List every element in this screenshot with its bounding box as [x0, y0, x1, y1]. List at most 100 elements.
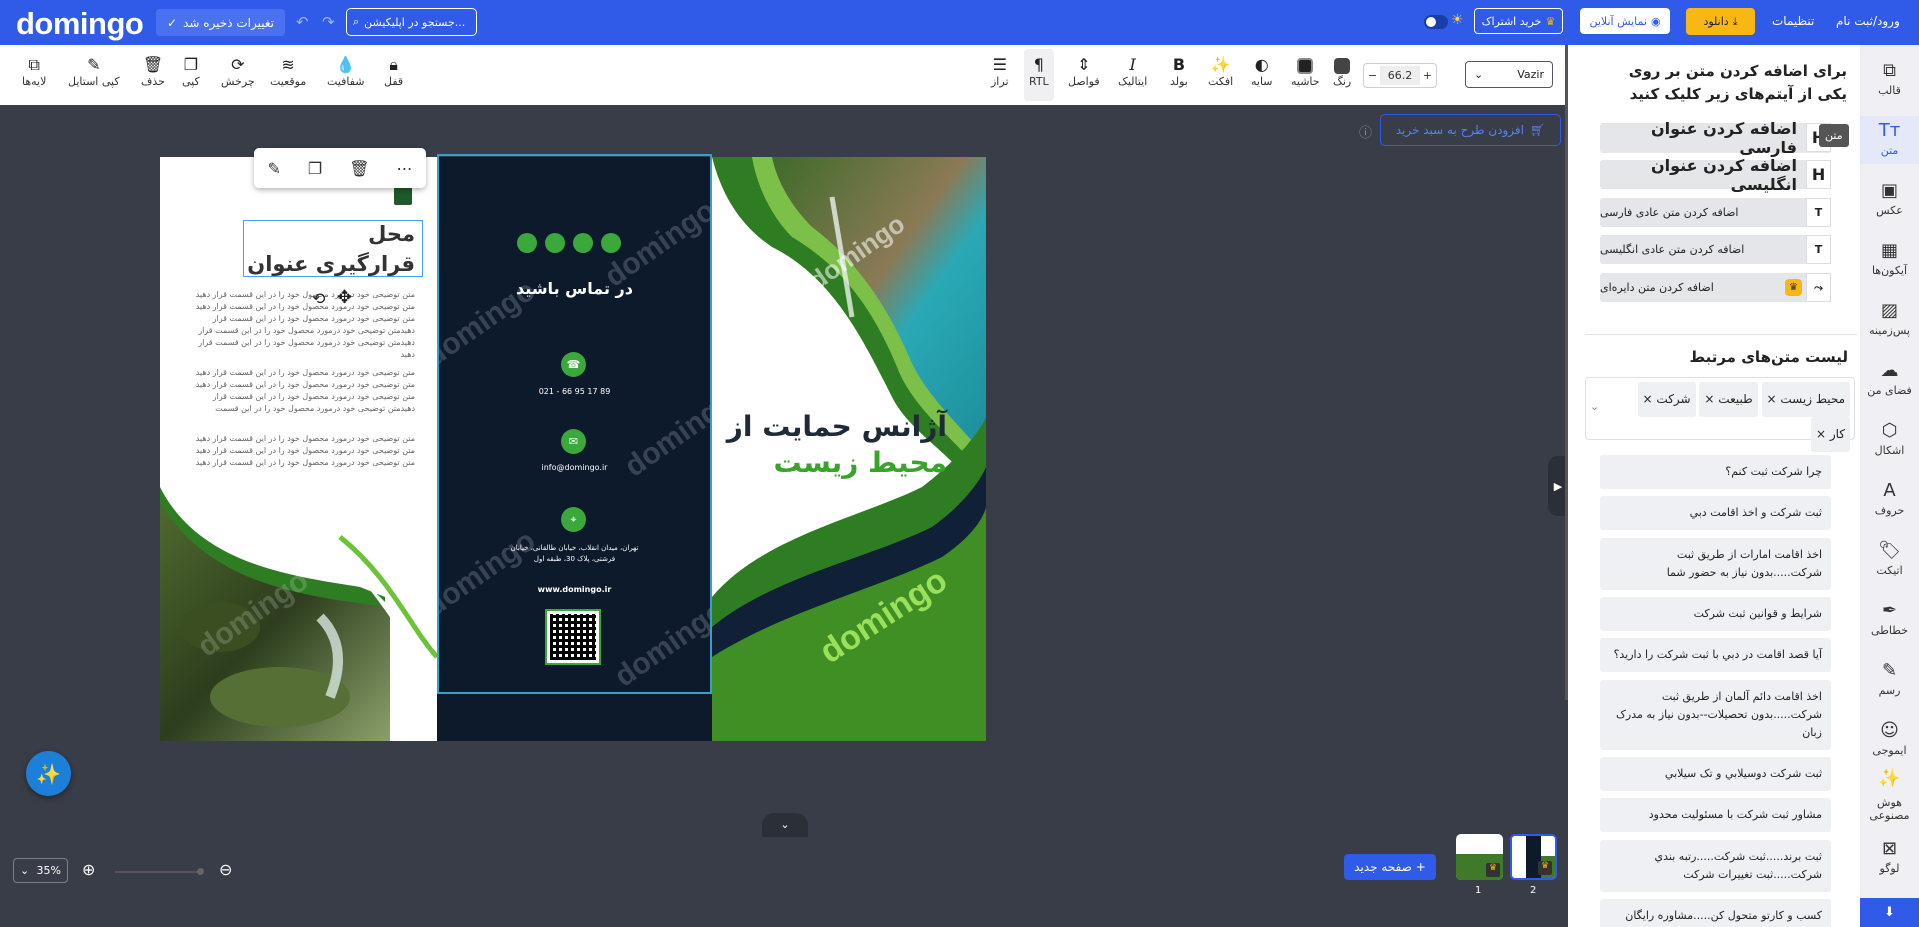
font-size-stepper[interactable]: − 66.2 + — [1363, 63, 1437, 88]
lock-button[interactable]: 🔒︎ قفل — [384, 55, 403, 88]
buy-subscription-button[interactable]: خرید اشتراک ♛ — [1474, 8, 1563, 34]
iconbar-my-space[interactable]: ☁ فضای من — [1860, 360, 1919, 397]
spacing-button[interactable]: ⇕ فواصل — [1068, 55, 1100, 88]
tag-chip[interactable]: محیط زیست × — [1761, 382, 1850, 417]
copy-style-button[interactable]: ✎ کپی استایل — [68, 55, 120, 88]
related-text-item[interactable]: ثبت برند.....ثبت شرکت.....رتبه بندي شرکت… — [1600, 840, 1831, 892]
add-to-cart-button[interactable]: افزودن طرح به سبد خرید 🛒︎ — [1380, 114, 1561, 146]
related-text-item[interactable]: اخذ اقامت دائم آلمان از طریق ثبت شرکت...… — [1600, 680, 1831, 750]
rotate-handle-icon[interactable]: ⟲ — [312, 289, 325, 308]
magic-wand-icon: ✨ — [1210, 55, 1231, 74]
panel1-paragraph-2[interactable]: متن توضیحی خود درمورد محصول خود را در ای… — [190, 367, 415, 415]
iconbar-background[interactable]: ▨ پس‌زمینه — [1860, 300, 1919, 337]
chevron-up-icon[interactable]: ⌄ — [762, 813, 808, 837]
related-text-item[interactable]: آیا قصد اقامت در دبي با ثبت شرکت را داری… — [1600, 638, 1831, 672]
iconbar-emoji[interactable]: ☺ ایموجی — [1860, 720, 1919, 757]
settings-link[interactable]: تنظیمات — [1772, 14, 1814, 28]
bold-button[interactable]: B بولد — [1170, 55, 1188, 88]
font-family-value: Vazir — [1517, 68, 1544, 81]
edit-icon[interactable]: ✎ — [267, 159, 280, 178]
rotate-button[interactable]: ⟳ چرخش — [221, 55, 255, 88]
iconbar-shapes[interactable]: ⬡ اشکال — [1860, 420, 1919, 457]
tag-chip[interactable]: طبیعت × — [1699, 382, 1758, 417]
magic-wand-button[interactable]: ✨ — [26, 751, 71, 796]
font-size-value[interactable]: 66.2 — [1379, 66, 1421, 85]
related-text-item[interactable]: اخذ اقامت امارات از طریق ثبت شرکت.....بد… — [1600, 538, 1831, 590]
more-icon[interactable]: ⋯ — [397, 159, 413, 178]
move-handle-icon[interactable]: ✥ — [337, 287, 352, 308]
new-page-button[interactable]: صفحه جدید + — [1344, 854, 1436, 880]
iconbar-label[interactable]: 🏷︎ اتیکت — [1860, 540, 1919, 577]
related-text-item[interactable]: ثبت شرکت و اخذ اقامت دبي — [1600, 496, 1831, 530]
shadow-button[interactable]: ◐ سایه — [1251, 55, 1273, 88]
login-link[interactable]: ورود/ثبت نام — [1836, 14, 1900, 28]
related-text-item[interactable]: ثبت شرکت دوسیلابي و تک سیلابي — [1600, 757, 1831, 791]
add-persian-text-button[interactable]: اضافه کردن متن عادی فارسی T — [1600, 198, 1831, 227]
related-text-item[interactable]: چرا شرکت ثبت کنم؟ — [1600, 455, 1831, 489]
iconbar-photo[interactable]: ▣ عکس — [1860, 180, 1919, 217]
iconbar-calligraphy[interactable]: ✒ خطاطی — [1860, 600, 1919, 637]
duplicate-icon[interactable]: ❐ — [308, 159, 322, 178]
color-swatch-icon — [1334, 55, 1351, 75]
page-thumbnail-1[interactable]: ♛ — [1456, 834, 1503, 880]
domingo-logo[interactable]: domingo — [16, 6, 144, 42]
zoom-slider[interactable] — [115, 868, 204, 875]
undo-icon[interactable]: ↶ — [296, 13, 309, 31]
delete-button[interactable]: 🗑 حذف — [141, 55, 165, 88]
layers-icon: ⧉ — [28, 55, 40, 74]
effect-button[interactable]: ✨ افکت — [1208, 55, 1233, 88]
tag-chip[interactable]: کار × — [1810, 417, 1850, 452]
zoom-in-icon[interactable]: ⊕ — [82, 860, 95, 879]
related-text-item[interactable]: شرایط و قوانین ثبت شرکت — [1600, 597, 1831, 631]
panel3-title[interactable]: آژانس حمایت از محیط زیست — [722, 409, 947, 481]
add-english-title-button[interactable]: اضافه کردن عنوان انگلیسی H — [1600, 156, 1831, 194]
heading-icon: H — [1806, 160, 1831, 189]
redo-icon[interactable]: ↷ — [322, 13, 335, 31]
saved-status-button[interactable]: ✓ تغییرات ذخیره شد — [156, 9, 285, 36]
iconbar-logo[interactable]: ⊠ لوگو — [1860, 838, 1919, 875]
layers-button[interactable]: ⧉ لایه‌ها — [22, 55, 46, 88]
add-circle-text-button[interactable]: اضافه کردن متن دایره‌ای ♛ ⤳ — [1600, 273, 1831, 302]
related-text-item[interactable]: مشاور ثبت شرکت با مسئولیت محدود — [1600, 798, 1831, 832]
bold-icon: B — [1172, 55, 1186, 74]
opacity-button[interactable]: 💧 شفافیت — [327, 55, 365, 88]
add-english-text-button[interactable]: اضافه کردن متن عادی انگلیسی T — [1600, 235, 1831, 264]
dark-mode-toggle[interactable] — [1424, 15, 1448, 29]
minus-icon[interactable]: − — [1368, 69, 1377, 82]
iconbar-template[interactable]: ⧉ قالب — [1860, 60, 1919, 97]
add-persian-title-button[interactable]: اضافه کردن عنوان فارسیH — [1600, 119, 1831, 157]
rtl-button[interactable]: ¶ RTL — [1029, 55, 1049, 88]
scroll-down-button[interactable]: ⬇ — [1860, 898, 1919, 927]
italic-button[interactable]: I ایتالیک — [1118, 55, 1147, 88]
border-button[interactable]: حاشیه — [1291, 55, 1320, 88]
selection-box[interactable] — [243, 220, 423, 277]
iconbar-ai[interactable]: ✨ هوش مصنوعی — [1860, 770, 1919, 823]
online-show-button[interactable]: نمایش آنلاین ◉ — [1580, 8, 1670, 34]
page-thumbnail-2[interactable]: ♛ — [1510, 834, 1557, 880]
copy-button[interactable]: ❐ کپی — [182, 55, 200, 88]
tag-chip[interactable]: شرکت × — [1637, 382, 1696, 417]
color-button[interactable]: رنگ — [1333, 55, 1351, 88]
font-family-select[interactable]: ⌄ Vazir — [1465, 61, 1553, 88]
iconbar-icons[interactable]: ▦ آیکون‌ها — [1860, 240, 1919, 277]
info-icon[interactable]: ⓘ — [1359, 122, 1372, 141]
zoom-select[interactable]: ⌄ 35% — [13, 858, 68, 883]
plus-icon[interactable]: + — [1423, 69, 1432, 82]
text-icon: T — [1806, 235, 1831, 264]
cart-icon: 🛒︎ — [1530, 123, 1546, 137]
zoom-out-icon[interactable]: ⊖ — [219, 860, 232, 879]
panel1-paragraph-3[interactable]: متن توضیحی خود درمورد محصول خود را در ای… — [190, 433, 415, 469]
align-button[interactable]: ☰ تراز — [991, 55, 1009, 88]
trash-icon[interactable]: 🗑 — [349, 159, 369, 178]
text-icon: T — [1806, 198, 1831, 227]
chevron-down-icon[interactable]: ⌄ — [1590, 400, 1599, 413]
download-button[interactable]: دانلود ⤓ — [1686, 8, 1755, 35]
related-text-item[interactable]: کسب و کارتو متحول کن.....مشاوره رایگان ث… — [1600, 899, 1831, 927]
position-button[interactable]: ≋ موقعیت — [270, 55, 306, 88]
design-panel-right[interactable]: domingo آژانس حمایت از محیط زیست domingo — [712, 157, 986, 741]
panel1-paragraph-1[interactable]: متن توضیحی خود درمورد محصول خود را در ای… — [190, 289, 415, 361]
search-input[interactable]: ⌕ جستجو در اپلیکیشن... — [346, 8, 477, 36]
iconbar-letters[interactable]: A حروف — [1860, 480, 1919, 517]
iconbar-text[interactable]: Tт متن — [1860, 120, 1919, 157]
iconbar-draw[interactable]: ✎ رسم — [1860, 660, 1919, 697]
